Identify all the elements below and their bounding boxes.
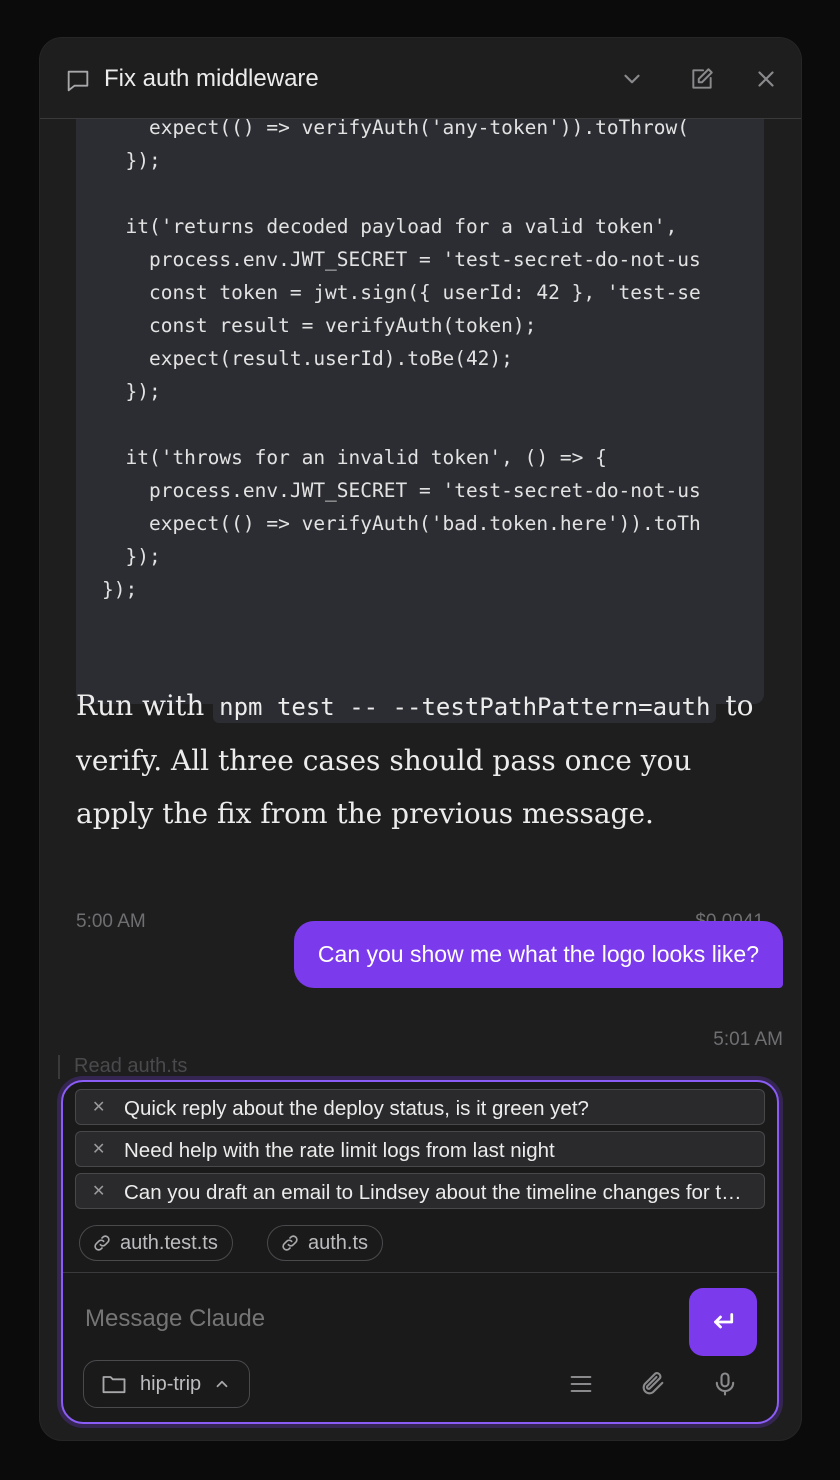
queued-message-text: Need help with the rate limit logs from … (124, 1139, 555, 1162)
attach-button[interactable] (637, 1368, 669, 1400)
code-line: }); (102, 380, 161, 403)
enter-icon (714, 1313, 734, 1329)
close-button[interactable] (752, 65, 780, 93)
attachment-chip[interactable]: auth.test.ts (79, 1225, 233, 1261)
code-line: it('returns decoded payload for a valid … (102, 215, 689, 238)
queued-message[interactable]: ✕ Quick reply about the deploy status, i… (75, 1089, 765, 1125)
queued-message-text: Can you draft an email to Lindsey about … (124, 1181, 748, 1204)
code-line: expect(() => verifyAuth('bad.token.here'… (102, 512, 701, 535)
message-list[interactable]: expect(() => verifyAuth('any-token')).to… (40, 119, 801, 1079)
composer: ✕ Quick reply about the deploy status, i… (61, 1080, 779, 1424)
menu-button[interactable] (565, 1368, 597, 1400)
code-content: expect(() => verifyAuth('any-token')).to… (102, 119, 701, 606)
tool-call-peek: Read auth.ts (58, 1055, 334, 1079)
composer-divider (63, 1272, 777, 1273)
project-name: hip-trip (140, 1372, 202, 1395)
queued-message[interactable]: ✕ Can you draft an email to Lindsey abou… (75, 1173, 765, 1209)
code-line: }); (102, 545, 161, 568)
edit-icon (692, 68, 713, 89)
assistant-text: Run with (76, 689, 214, 722)
code-block: expect(() => verifyAuth('any-token')).to… (76, 119, 764, 704)
code-line: process.env.JWT_SECRET = 'test-secret-do… (102, 248, 701, 271)
message-input[interactable] (83, 1304, 667, 1334)
attachment-name: auth.test.ts (120, 1231, 218, 1254)
code-line: it('throws for an invalid token', () => … (102, 446, 607, 469)
code-line: expect(() => verifyAuth('any-token')).to… (102, 119, 689, 139)
attachment-chip[interactable]: auth.ts (267, 1225, 384, 1261)
chat-header: Fix auth middleware (40, 38, 801, 119)
user-timestamp: 5:01 AM (713, 1029, 783, 1050)
folder-icon (102, 1376, 126, 1394)
user-message-bubble: Can you show me what the logo looks like… (293, 921, 783, 988)
voice-button[interactable] (709, 1368, 741, 1400)
remove-queued-icon[interactable]: ✕ (92, 1181, 105, 1201)
project-selector[interactable]: hip-trip (83, 1360, 251, 1408)
send-button[interactable] (689, 1288, 757, 1356)
new-chat-button[interactable] (688, 65, 716, 93)
chat-panel: Fix auth middleware expect(() => verifyA… (40, 38, 801, 1440)
code-line: process.env.JWT_SECRET = 'test-secret-do… (102, 479, 701, 502)
link-icon (94, 1235, 110, 1251)
paperclip-icon (642, 1372, 664, 1395)
code-line: const result = verifyAuth(token); (102, 314, 537, 337)
queued-message-text: Quick reply about the deploy status, is … (124, 1097, 589, 1120)
close-icon (758, 71, 774, 87)
remove-queued-icon[interactable]: ✕ (92, 1139, 105, 1159)
code-line: }); (102, 578, 138, 601)
menu-icon (570, 1375, 592, 1393)
microphone-icon (715, 1372, 735, 1396)
assistant-timestamp: 5:00 AM (76, 911, 146, 932)
remove-queued-icon[interactable]: ✕ (92, 1097, 105, 1117)
chevron-down-icon (624, 74, 640, 84)
chat-title: Fix auth middleware (104, 65, 319, 92)
inline-code: npm test -- --testPathPattern=auth (213, 691, 717, 723)
code-line: const token = jwt.sign({ userId: 42 }, '… (102, 281, 701, 304)
queued-message[interactable]: ✕ Need help with the rate limit logs fro… (75, 1131, 765, 1167)
code-line: }); (102, 149, 161, 172)
link-icon (282, 1235, 298, 1251)
assistant-message: Run with npm test -- --testPathPattern=a… (76, 679, 756, 840)
attachment-name: auth.ts (308, 1231, 369, 1254)
chevron-down-button[interactable] (618, 65, 646, 93)
code-line: expect(result.userId).toBe(42); (102, 347, 513, 370)
chevron-up-icon (216, 1380, 228, 1388)
chat-bubble-icon (67, 70, 89, 92)
